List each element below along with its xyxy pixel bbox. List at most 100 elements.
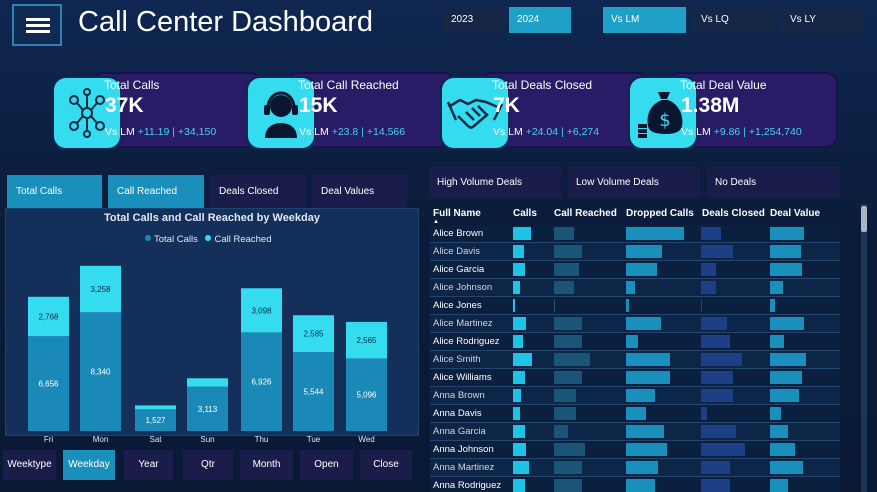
value-bar [770,299,775,312]
table-row[interactable]: Anna Martinez [430,459,840,477]
deals-bar [701,425,736,438]
value-bar [770,425,788,438]
dropped-bar [626,479,655,492]
calls-bar [513,353,532,366]
deals-bar [701,317,727,330]
table-row[interactable]: Alice Williams [430,369,840,387]
deals-bar [701,461,730,474]
row-name: Alice Brown [433,228,484,239]
reached-bar [554,407,576,420]
deals-bar [701,407,707,420]
reached-bar [554,281,574,294]
reached-bar [554,263,579,276]
value-bar [770,317,804,330]
dropped-bar [626,425,664,438]
table-row[interactable]: Anna Davis [430,405,840,423]
dropped-bar [626,353,670,366]
value-bar [770,281,783,294]
reached-bar [554,299,555,312]
deals-bar [701,227,721,240]
calls-bar [513,335,523,348]
value-bar [770,353,806,366]
reached-bar [554,335,582,348]
table-body: Alice Brown Alice Davis Alice Garcia Alice … [0,0,877,492]
calls-bar [513,479,525,492]
dropped-bar [626,335,638,348]
calls-bar [513,263,525,276]
table-row[interactable]: Anna Brown [430,387,840,405]
dropped-bar [626,227,684,240]
value-bar [770,371,802,384]
value-bar [770,263,802,276]
value-bar [770,479,788,492]
value-bar [770,245,801,258]
calls-bar [513,443,526,456]
row-name: Anna Johnson [433,444,494,455]
dropped-bar [626,371,670,384]
row-name: Alice Smith [433,354,481,365]
table-row[interactable]: Alice Davis [430,243,840,261]
reached-bar [554,425,568,438]
deals-bar [701,479,730,492]
table-scrollbar-thumb[interactable] [861,206,867,232]
row-name: Anna Rodriguez [433,480,502,491]
row-name: Anna Brown [433,390,485,401]
dropped-bar [626,443,667,456]
table-row[interactable]: Alice Rodriguez [430,333,840,351]
deals-bar [701,299,702,312]
calls-bar [513,227,531,240]
calls-bar [513,407,520,420]
dropped-bar [626,389,655,402]
calls-bar [513,245,524,258]
table-row[interactable]: Alice Johnson [430,279,840,297]
value-bar [770,461,803,474]
row-name: Anna Davis [433,408,482,419]
reached-bar [554,461,582,474]
row-name: Alice Garcia [433,264,485,275]
calls-bar [513,461,529,474]
dropped-bar [626,461,658,474]
dropped-bar [626,317,661,330]
table-row[interactable]: Alice Martinez [430,315,840,333]
reached-bar [554,389,576,402]
row-name: Alice Martinez [433,318,493,329]
row-name: Alice Davis [433,246,480,257]
dropped-bar [626,407,646,420]
value-bar [770,389,799,402]
reached-bar [554,245,582,258]
row-name: Alice Rodriguez [433,336,500,347]
row-name: Alice Williams [433,372,492,383]
reached-bar [554,371,582,384]
table-row[interactable]: Alice Jones [430,297,840,315]
dropped-bar [626,245,662,258]
deals-bar [701,371,733,384]
reached-bar [554,353,590,366]
table-row[interactable]: Alice Brown [430,225,840,243]
table-row[interactable]: Anna Garcia [430,423,840,441]
row-name: Anna Martinez [433,462,495,473]
table-row[interactable]: Anna Rodriguez [430,477,840,492]
deals-bar [701,389,733,402]
deals-bar [701,353,742,366]
dropped-bar [626,299,629,312]
deals-bar [701,281,716,294]
deals-bar [701,245,733,258]
calls-bar [513,317,526,330]
reached-bar [554,479,582,492]
row-name: Alice Jones [433,300,482,311]
value-bar [770,227,804,240]
reached-bar [554,443,585,456]
table-row[interactable]: Alice Smith [430,351,840,369]
value-bar [770,335,784,348]
value-bar [770,443,795,456]
calls-bar [513,425,525,438]
table-scrollbar[interactable] [861,204,867,492]
row-name: Anna Garcia [433,426,486,437]
dropped-bar [626,263,657,276]
reached-bar [554,227,574,240]
value-bar [770,407,781,420]
calls-bar [513,389,521,402]
table-row[interactable]: Alice Garcia [430,261,840,279]
table-row[interactable]: Anna Johnson [430,441,840,459]
calls-bar [513,299,515,312]
